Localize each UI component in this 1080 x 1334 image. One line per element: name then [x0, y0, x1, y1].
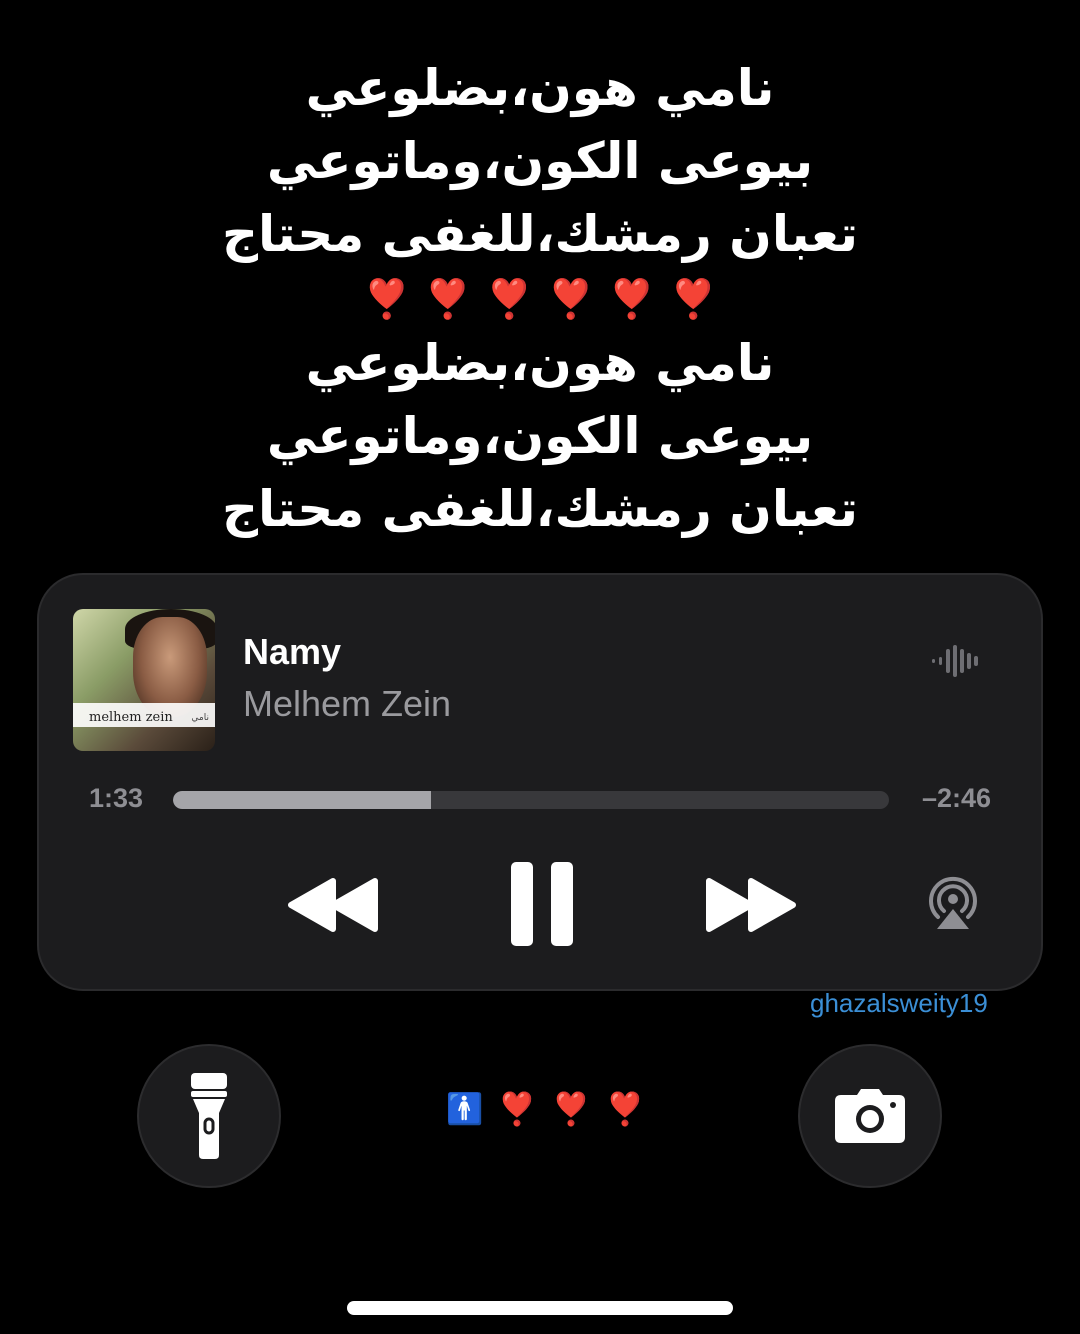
lyric-line: بيوعى الكون،وماتوعي [266, 407, 814, 465]
heart-icon: ❣️ [497, 1090, 538, 1128]
heart-icon: ❣️ [424, 276, 472, 321]
home-indicator[interactable] [347, 1301, 733, 1315]
airplay-icon[interactable] [923, 873, 983, 933]
lyric-line: تعبان رمشك،للغفى محتاج [221, 205, 859, 263]
waveform-icon[interactable] [931, 643, 985, 679]
heart-icon: ❣️ [363, 276, 411, 321]
lyric-line: بيوعى الكون،وماتوعي [266, 132, 814, 190]
rewind-icon[interactable] [287, 875, 379, 935]
elapsed-time: 1:33 [89, 783, 144, 813]
album-art-subtext: نامي [191, 713, 209, 723]
watermark-username: ghazalsweity19 [810, 988, 988, 1018]
heart-icon: ❣️ [605, 1090, 645, 1128]
album-art[interactable]: melhem zein نامي [73, 609, 215, 751]
flashlight-icon [191, 1073, 227, 1159]
camera-icon [835, 1089, 905, 1143]
song-title: Namy [243, 631, 342, 672]
album-art-text: melhem zein [89, 710, 173, 725]
pause-icon[interactable] [509, 860, 575, 948]
heart-icon: ❣️ [608, 276, 656, 321]
heart-icon: ❣️ [551, 1090, 592, 1128]
progress-fill [173, 791, 431, 809]
lyrics-block: نامي هون،بضلوعي بيوعى الكون،وماتوعي تعبا… [0, 52, 1080, 546]
fast-forward-icon[interactable] [705, 875, 797, 935]
lyric-line: نامي هون،بضلوعي [305, 59, 775, 117]
person-icon: 🚹 [446, 1091, 484, 1127]
remaining-time: –2:46 [921, 783, 991, 813]
camera-button[interactable] [798, 1044, 942, 1188]
lyric-line: تعبان رمشك،للغفى محتاج [221, 480, 859, 538]
hearts-row: ❣️ ❣️ ❣️ ❣️ ❣️ ❣️ [0, 271, 1080, 327]
flashlight-button[interactable] [137, 1044, 281, 1188]
heart-icon: ❣️ [669, 276, 717, 321]
album-art-face [133, 617, 207, 717]
lyric-line: نامي هون،بضلوعي [305, 334, 775, 392]
heart-icon: ❣️ [547, 276, 595, 321]
song-artist: Melhem Zein [243, 683, 452, 724]
heart-icon: ❣️ [485, 276, 533, 321]
progress-scrubber[interactable] [173, 791, 889, 809]
now-playing-widget[interactable]: melhem zein نامي Namy Melhem Zein 1:33 –… [37, 573, 1043, 991]
status-icons-row: 🚹 ❣️ ❣️ ❣️ [446, 1090, 645, 1128]
